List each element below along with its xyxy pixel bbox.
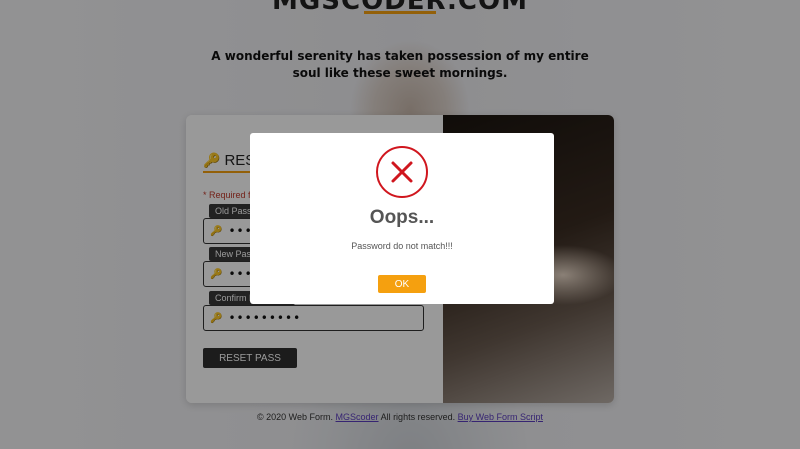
error-dialog: Oops... Password do not match!!! OK: [250, 133, 554, 304]
ok-button[interactable]: OK: [378, 275, 426, 293]
dialog-title: Oops...: [369, 207, 435, 228]
error-x-icon: [376, 146, 428, 198]
dialog-message: Password do not match!!!: [351, 241, 453, 251]
